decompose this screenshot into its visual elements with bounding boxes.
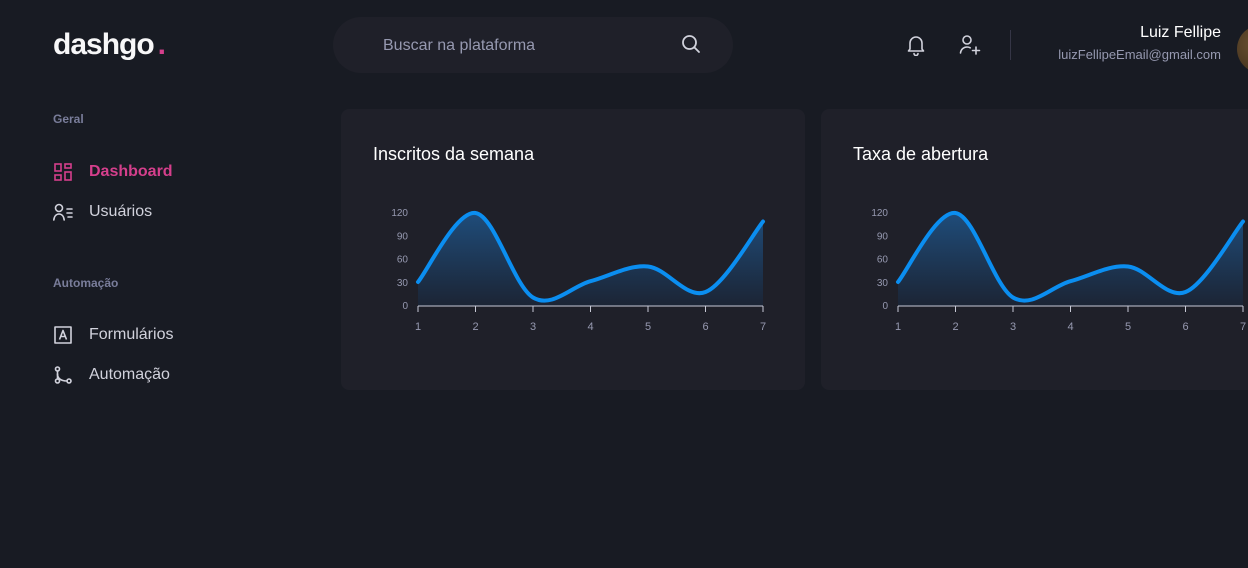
x-tick-label: 5 bbox=[1125, 321, 1131, 333]
x-tick-label: 1 bbox=[895, 321, 901, 333]
y-tick-label: 120 bbox=[391, 208, 408, 219]
y-tick-label: 90 bbox=[397, 231, 409, 242]
x-tick-label: 6 bbox=[702, 321, 708, 333]
bell-icon[interactable] bbox=[906, 34, 926, 61]
search-bar bbox=[333, 17, 733, 75]
logo-dot: . bbox=[157, 28, 166, 61]
search-icon[interactable] bbox=[681, 34, 701, 59]
x-tick-label: 7 bbox=[760, 321, 766, 333]
area-fill bbox=[418, 212, 763, 306]
x-tick-label: 3 bbox=[1010, 321, 1016, 333]
x-tick-label: 4 bbox=[587, 321, 593, 333]
sidebar-item-label: Automação bbox=[89, 366, 170, 383]
x-tick-label: 1 bbox=[415, 321, 421, 333]
app-root: dashgo. Luiz Fellipe luizFellipeEmail@gm… bbox=[0, 0, 1248, 568]
area-fill bbox=[898, 212, 1243, 306]
sidebar-item-usuarios[interactable]: Usuários bbox=[53, 200, 152, 224]
sidebar-item-label: Usuários bbox=[89, 203, 153, 220]
users-icon bbox=[53, 202, 73, 222]
form-icon bbox=[53, 325, 73, 345]
avatar[interactable] bbox=[1237, 25, 1248, 73]
chart-taxa: 0 30 60 90 120 1 2 3 4 5 6 7 bbox=[871, 208, 1246, 333]
sidebar-section-geral: Geral bbox=[53, 112, 84, 126]
y-tick-label: 0 bbox=[402, 301, 408, 312]
x-tick-label: 4 bbox=[1067, 321, 1073, 333]
sidebar-item-dashboard[interactable]: Dashboard bbox=[53, 160, 173, 184]
search-input[interactable] bbox=[381, 17, 675, 75]
header-divider bbox=[1010, 30, 1011, 60]
x-tick-label: 5 bbox=[645, 321, 651, 333]
add-user-icon[interactable] bbox=[959, 34, 981, 61]
x-tick-label: 3 bbox=[530, 321, 536, 333]
sidebar-item-automacao[interactable]: Automação bbox=[53, 363, 170, 387]
y-tick-label: 30 bbox=[877, 278, 889, 289]
y-tick-label: 60 bbox=[877, 255, 889, 266]
sidebar-item-label: Formulários bbox=[89, 326, 174, 343]
git-branch-icon bbox=[53, 365, 73, 385]
x-tick-label: 2 bbox=[952, 321, 958, 333]
chart-inscritos: 0 30 60 90 120 1 2 3 4 5 6 7 bbox=[391, 208, 766, 333]
sidebar-section-automacao: Automação bbox=[53, 276, 119, 290]
dashboard-icon bbox=[53, 162, 73, 182]
y-tick-label: 90 bbox=[877, 231, 889, 242]
logo: dashgo. bbox=[53, 28, 166, 62]
chart-card-taxa: Taxa de abertura 0 30 60 90 120 1 2 3 4 5 6 7 bbox=[821, 109, 1248, 390]
y-tick-label: 60 bbox=[397, 255, 409, 266]
y-tick-label: 120 bbox=[871, 208, 888, 219]
sidebar-item-label: Dashboard bbox=[89, 163, 173, 180]
logo-text: dashgo bbox=[53, 28, 155, 61]
x-tick-label: 2 bbox=[472, 321, 478, 333]
y-tick-label: 30 bbox=[397, 278, 409, 289]
x-tick-label: 7 bbox=[1240, 321, 1246, 333]
profile-name: Luiz Fellipe bbox=[1140, 24, 1221, 41]
profile-email: luizFellipeEmail@gmail.com bbox=[1058, 47, 1221, 62]
chart-card-inscritos: Inscritos da semana 0 30 60 90 120 1 2 3 4 5 6 7 bbox=[341, 109, 805, 390]
x-tick-label: 6 bbox=[1182, 321, 1188, 333]
sidebar-item-formularios[interactable]: Formulários bbox=[53, 323, 173, 347]
y-tick-label: 0 bbox=[882, 301, 888, 312]
